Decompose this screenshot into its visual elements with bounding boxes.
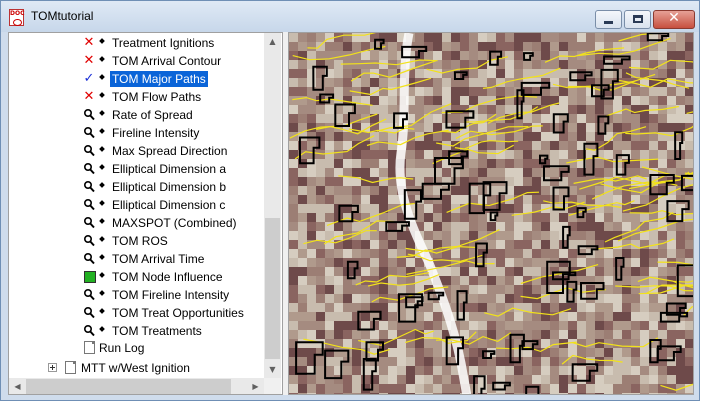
bullet-icon [99,92,105,98]
tree-item-label: TOM Arrival Contour [112,54,222,68]
magnifier-icon[interactable] [83,234,95,247]
tree-item-label: MAXSPOT (Combined) [112,216,237,230]
tree-item[interactable]: Elliptical Dimension c [9,196,264,214]
tree-item-label: Elliptical Dimension b [112,180,227,194]
bullet-icon [99,182,105,188]
tree-item-label: TOM Treatments [112,324,202,338]
document-app-icon[interactable]: DOC [9,9,24,26]
window-title: TOMtutorial [31,9,94,23]
red-x-icon[interactable]: ✕ [83,54,95,67]
tree-item-label: TOM Arrival Time [112,252,205,266]
magnifier-icon[interactable] [83,324,95,337]
tree-item[interactable]: TOM ROS [9,232,264,250]
magnifier-icon[interactable] [83,216,95,229]
tree-item-label: TOM Treat Opportunities [112,306,244,320]
bullet-icon [99,218,105,224]
app-window: DOC TOMtutorial ✕ ✕ Treatment Ignitions ✕ T… [0,0,700,401]
magnifier-icon[interactable] [83,126,95,139]
magnifier-icon[interactable] [83,180,95,193]
tree-item-label: Rate of Spread [112,108,193,122]
bullet-icon [99,290,105,296]
scroll-left-arrow-icon[interactable]: ◀ [9,378,26,394]
tree-item[interactable]: ✓ TOM Major Paths [9,70,264,88]
tree-item[interactable]: TOM Fireline Intensity [9,286,264,304]
tree-item-label: TOM ROS [112,234,168,248]
tree-item-label: TOM Major Paths [109,70,209,88]
tree-item-label: Elliptical Dimension a [112,162,227,176]
bullet-icon [99,272,105,278]
tree-item-label: Run Log [99,341,145,355]
close-button[interactable]: ✕ [653,10,695,29]
magnifier-icon[interactable] [83,288,95,301]
blue-check-icon[interactable]: ✓ [83,72,95,85]
scroll-down-arrow-icon[interactable]: ▼ [264,361,281,378]
tree-item[interactable]: ✕ TOM Flow Paths [9,88,264,106]
vertical-scrollbar[interactable]: ▲ ▼ [264,33,281,378]
scroll-right-arrow-icon[interactable]: ▶ [247,378,264,394]
title-bar[interactable]: DOC TOMtutorial ✕ [1,1,699,32]
scrollbar-corner [264,378,281,394]
app-icon-text: DOC [10,10,25,17]
bullet-icon [99,128,105,134]
tree-item[interactable]: ✕ TOM Arrival Contour [9,52,264,70]
minimize-button[interactable] [595,10,622,29]
client-area: ✕ Treatment Ignitions ✕ TOM Arrival Contour… [8,32,694,395]
magnifier-icon[interactable] [83,198,95,211]
tree-item[interactable]: TOM Arrival Time [9,250,264,268]
tree-item[interactable]: Fireline Intensity [9,124,264,142]
tree-item-label: TOM Flow Paths [112,90,202,104]
tree-item-label: TOM Fireline Intensity [112,288,230,302]
map-view[interactable] [288,32,694,395]
tree-item-run-log[interactable]: Run Log [9,339,264,357]
tree-item[interactable]: ✕ Treatment Ignitions [9,34,264,52]
close-icon: ✕ [668,10,680,26]
green-square-icon[interactable] [84,271,96,283]
tree-item-mtt-west-ignition[interactable]: MTT w/West Ignition [9,359,264,377]
bullet-icon [99,308,105,314]
tree-item[interactable]: Elliptical Dimension a [9,160,264,178]
tree-item-label: Max Spread Direction [112,144,228,158]
maximize-button[interactable] [624,10,651,29]
magnifier-icon[interactable] [83,108,95,121]
magnifier-icon[interactable] [83,252,95,265]
tree-item[interactable]: MAXSPOT (Combined) [9,214,264,232]
bullet-icon [99,200,105,206]
bullet-icon [99,236,105,242]
document-icon [65,361,76,374]
vertical-scroll-thumb[interactable] [265,218,280,359]
tree-item-label: MTT w/West Ignition [81,361,190,375]
bullet-icon [99,164,105,170]
maximize-icon [633,15,643,23]
tree-item[interactable]: TOM Treatments [9,322,264,340]
tree-item[interactable]: TOM Treat Opportunities [9,304,264,322]
tree-item-label: TOM Node Influence [112,270,223,284]
tree-item-label: Treatment Ignitions [112,36,215,50]
layer-tree[interactable]: ✕ Treatment Ignitions ✕ TOM Arrival Contour… [8,32,283,395]
bullet-icon [99,254,105,260]
tree-item[interactable]: Rate of Spread [9,106,264,124]
minimize-icon [604,21,613,24]
expand-plus-icon[interactable] [48,363,57,372]
tree-item-label: Fireline Intensity [112,126,200,140]
magnifier-icon[interactable] [83,162,95,175]
red-x-icon[interactable]: ✕ [83,36,95,49]
bullet-icon [99,38,105,44]
bullet-icon [99,56,105,62]
magnifier-icon[interactable] [83,306,95,319]
bullet-icon [99,326,105,332]
magnifier-icon[interactable] [83,144,95,157]
bullet-icon [99,74,105,80]
tree-item-label: Elliptical Dimension c [112,198,226,212]
tree-item[interactable]: TOM Node Influence [9,268,264,286]
horizontal-scroll-thumb[interactable] [26,379,231,394]
tree-item[interactable]: Max Spread Direction [9,142,264,160]
scroll-up-arrow-icon[interactable]: ▲ [264,33,281,50]
bullet-icon [99,110,105,116]
document-icon [84,341,95,354]
red-x-icon[interactable]: ✕ [83,90,95,103]
landscape-map[interactable] [289,33,694,395]
horizontal-scrollbar[interactable]: ◀ ▶ [9,378,264,394]
bullet-icon [99,146,105,152]
tree-item[interactable]: Elliptical Dimension b [9,178,264,196]
